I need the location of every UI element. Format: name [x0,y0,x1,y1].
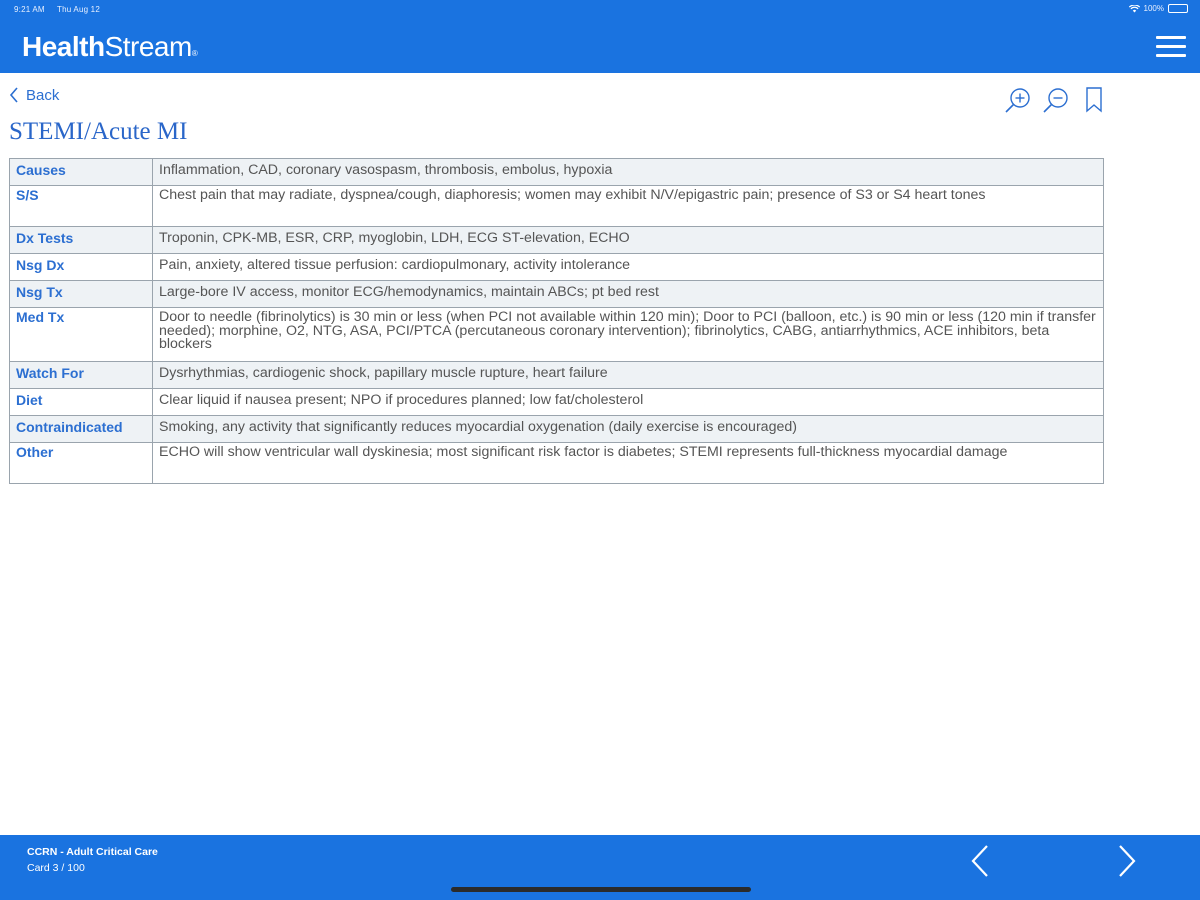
wifi-icon [1128,4,1140,12]
chevron-left-icon [9,87,18,103]
chevron-right-icon [1119,845,1136,877]
row-value: Inflammation, CAD, coronary vasospasm, t… [152,158,1104,186]
back-label: Back [26,86,60,104]
row-value: Smoking, any activity that significantly… [152,415,1104,443]
next-card-button[interactable] [1115,843,1139,879]
logo-light: Stream [104,31,193,62]
home-indicator[interactable] [451,887,751,892]
status-bar-left: 9:21 AM Thu Aug 12 [14,5,110,14]
status-date: Thu Aug 12 [57,5,100,14]
row-value: Clear liquid if nausea present; NPO if p… [152,388,1104,416]
battery-percent: 100% [1143,4,1164,13]
card-counter: Card 3 / 100 [27,862,85,874]
card-toolbar [1003,86,1109,114]
row-label: Causes [9,158,153,186]
table-row: Diet Clear liquid if nausea present; NPO… [9,388,1104,416]
zoom-in-icon[interactable] [1003,86,1033,114]
chevron-left-icon [971,845,988,877]
status-bar-right: 100% [1128,4,1188,13]
table-row: Watch For Dysrhythmias, cardiogenic shoc… [9,361,1104,389]
deck-title: CCRN - Adult Critical Care [27,846,158,858]
hamburger-menu-icon[interactable] [1156,36,1186,60]
app-logo: HealthStream® [22,31,198,63]
row-label: Dx Tests [9,226,153,254]
top-bar: 9:21 AM Thu Aug 12 100% HealthStream® [0,0,1200,73]
logo-bold: Health [22,31,105,62]
row-value: Large-bore IV access, monitor ECG/hemody… [152,280,1104,308]
status-time: 9:21 AM [14,5,45,14]
row-label: Other [9,442,153,484]
table-row: Nsg Tx Large-bore IV access, monitor ECG… [9,280,1104,308]
row-label: Nsg Dx [9,253,153,281]
zoom-out-icon[interactable] [1041,86,1071,114]
row-label: Diet [9,388,153,416]
table-row: Contraindicated Smoking, any activity th… [9,415,1104,443]
table-row: Nsg Dx Pain, anxiety, altered tissue per… [9,253,1104,281]
previous-card-button[interactable] [968,843,992,879]
row-value: ECHO will show ventricular wall dyskines… [152,442,1104,484]
table-row: S/S Chest pain that may radiate, dyspnea… [9,185,1104,227]
table-row: Causes Inflammation, CAD, coronary vasos… [9,158,1104,186]
table-row: Other ECHO will show ventricular wall dy… [9,442,1104,484]
row-label: Med Tx [9,307,153,362]
row-value: Chest pain that may radiate, dyspnea/cou… [152,185,1104,227]
page-title: STEMI/Acute MI [9,118,188,145]
row-label: Watch For [9,361,153,389]
bookmark-icon[interactable] [1079,86,1109,114]
table-row: Med Tx Door to needle (fibrinolytics) is… [9,307,1104,362]
row-value: Troponin, CPK-MB, ESR, CRP, myoglobin, L… [152,226,1104,254]
back-button[interactable]: Back [8,86,59,104]
row-value: Door to needle (fibrinolytics) is 30 min… [152,307,1104,362]
row-value: Pain, anxiety, altered tissue perfusion:… [152,253,1104,281]
logo-mark: ® [191,49,198,58]
table-row: Dx Tests Troponin, CPK-MB, ESR, CRP, myo… [9,226,1104,254]
battery-icon [1168,4,1188,13]
row-label: S/S [9,185,153,227]
row-value: Dysrhythmias, cardiogenic shock, papilla… [152,361,1104,389]
card-table: Causes Inflammation, CAD, coronary vasos… [9,158,1104,484]
row-label: Nsg Tx [9,280,153,308]
row-label: Contraindicated [9,415,153,443]
bottom-bar: CCRN - Adult Critical Care Card 3 / 100 [0,835,1200,900]
